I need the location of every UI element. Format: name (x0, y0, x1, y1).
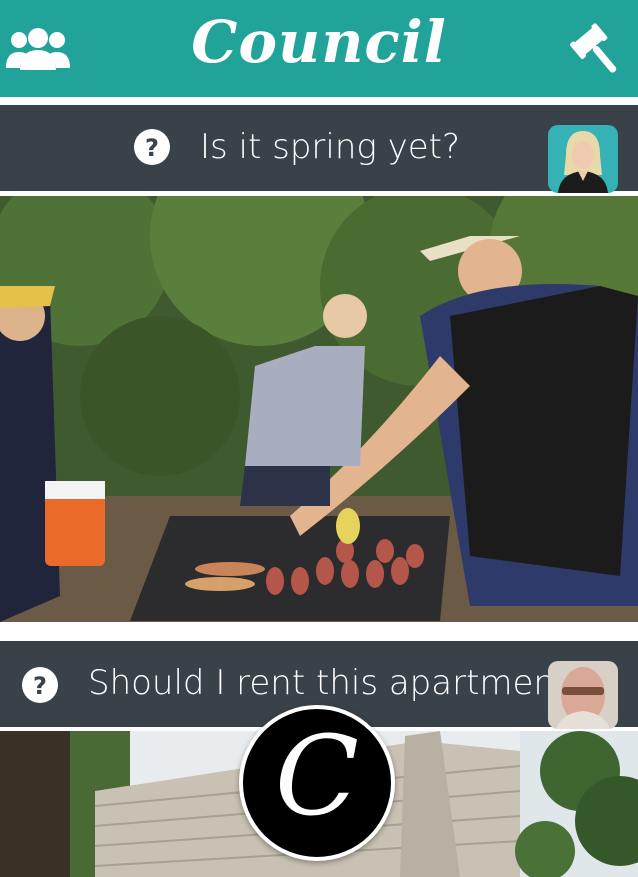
council-logo-button[interactable]: C (239, 705, 395, 861)
avatar[interactable] (548, 125, 618, 193)
question-icon: ? (22, 667, 58, 703)
app-title: Council (191, 8, 447, 76)
svg-text:?: ? (33, 672, 47, 700)
gavel-icon[interactable] (568, 18, 632, 82)
council-logo: C (274, 712, 360, 840)
question-icon: ? (134, 129, 170, 165)
app-header: Council (0, 0, 638, 97)
question-text: Should I rent this apartment? (88, 663, 587, 703)
svg-text:?: ? (145, 134, 159, 162)
avatar[interactable] (548, 661, 618, 729)
question-text: Is it spring yet? (200, 127, 461, 167)
barbecue-photo[interactable] (0, 196, 638, 622)
question-bar[interactable]: ? Is it spring yet? (0, 105, 638, 193)
